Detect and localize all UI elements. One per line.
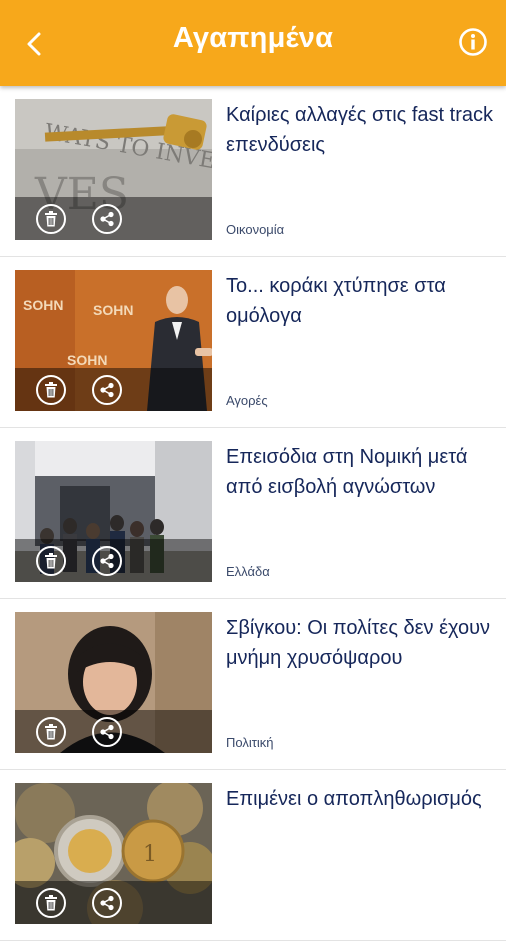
- info-button[interactable]: [458, 27, 488, 57]
- share-icon: [100, 724, 114, 740]
- share-icon: [100, 211, 114, 227]
- share-icon: [100, 382, 114, 398]
- share-icon: [100, 895, 114, 911]
- info-icon: [459, 28, 487, 56]
- delete-button[interactable]: [36, 717, 66, 747]
- article-headline[interactable]: Επεισόδια στη Νομική μετά από εισβολή αγ…: [226, 442, 496, 502]
- article-thumbnail[interactable]: 1: [15, 783, 212, 924]
- article-category: Πολιτική: [226, 735, 274, 750]
- list-item[interactable]: 1 Επιμένει ο αποπληθωρισμός: [0, 770, 506, 941]
- article-category: Οικονομία: [226, 222, 285, 237]
- share-button[interactable]: [92, 717, 122, 747]
- article-thumbnail[interactable]: WAYS TO INVEST VES: [15, 99, 212, 240]
- share-button[interactable]: [92, 888, 122, 918]
- article-thumbnail[interactable]: SOHN SOHN SOHN: [15, 270, 212, 411]
- share-button[interactable]: [92, 204, 122, 234]
- page-title: Αγαπημένα: [172, 22, 334, 54]
- article-thumbnail[interactable]: [15, 612, 212, 753]
- app-bar: Αγαπημένα: [0, 0, 506, 86]
- article-category: Ελλάδα: [226, 564, 270, 579]
- share-button[interactable]: [92, 375, 122, 405]
- article-headline[interactable]: Το... κοράκι χτύπησε στα ομόλογα: [226, 271, 496, 331]
- svg-text:1: 1: [143, 842, 157, 867]
- trash-icon: [45, 382, 57, 398]
- delete-button[interactable]: [36, 204, 66, 234]
- share-button[interactable]: [92, 546, 122, 576]
- svg-text:SOHN: SOHN: [67, 352, 107, 368]
- trash-icon: [45, 211, 57, 227]
- article-headline[interactable]: Σβίγκου: Οι πολίτες δεν έχουν μνήμη χρυσ…: [226, 613, 496, 673]
- svg-text:SOHN: SOHN: [93, 302, 133, 318]
- delete-button[interactable]: [36, 375, 66, 405]
- list-item[interactable]: SOHN SOHN SOHN Το... κοράκι χτύπησε στα …: [0, 257, 506, 428]
- delete-button[interactable]: [36, 888, 66, 918]
- article-headline[interactable]: Επιμένει ο αποπληθωρισμός: [226, 784, 496, 814]
- list-item[interactable]: Επεισόδια στη Νομική μετά από εισβολή αγ…: [0, 428, 506, 599]
- list-item[interactable]: Σβίγκου: Οι πολίτες δεν έχουν μνήμη χρυσ…: [0, 599, 506, 770]
- article-category: Αγορές: [226, 393, 268, 408]
- article-headline[interactable]: Καίριες αλλαγές στις fast track επενδύσε…: [226, 100, 496, 160]
- article-thumbnail[interactable]: [15, 441, 212, 582]
- trash-icon: [45, 895, 57, 911]
- share-icon: [100, 553, 114, 569]
- trash-icon: [45, 724, 57, 740]
- trash-icon: [45, 553, 57, 569]
- delete-button[interactable]: [36, 546, 66, 576]
- favorites-list: WAYS TO INVEST VES Καίρ: [0, 86, 506, 941]
- list-item[interactable]: WAYS TO INVEST VES Καίρ: [0, 86, 506, 257]
- thumbnail-text: SOHN: [23, 297, 63, 313]
